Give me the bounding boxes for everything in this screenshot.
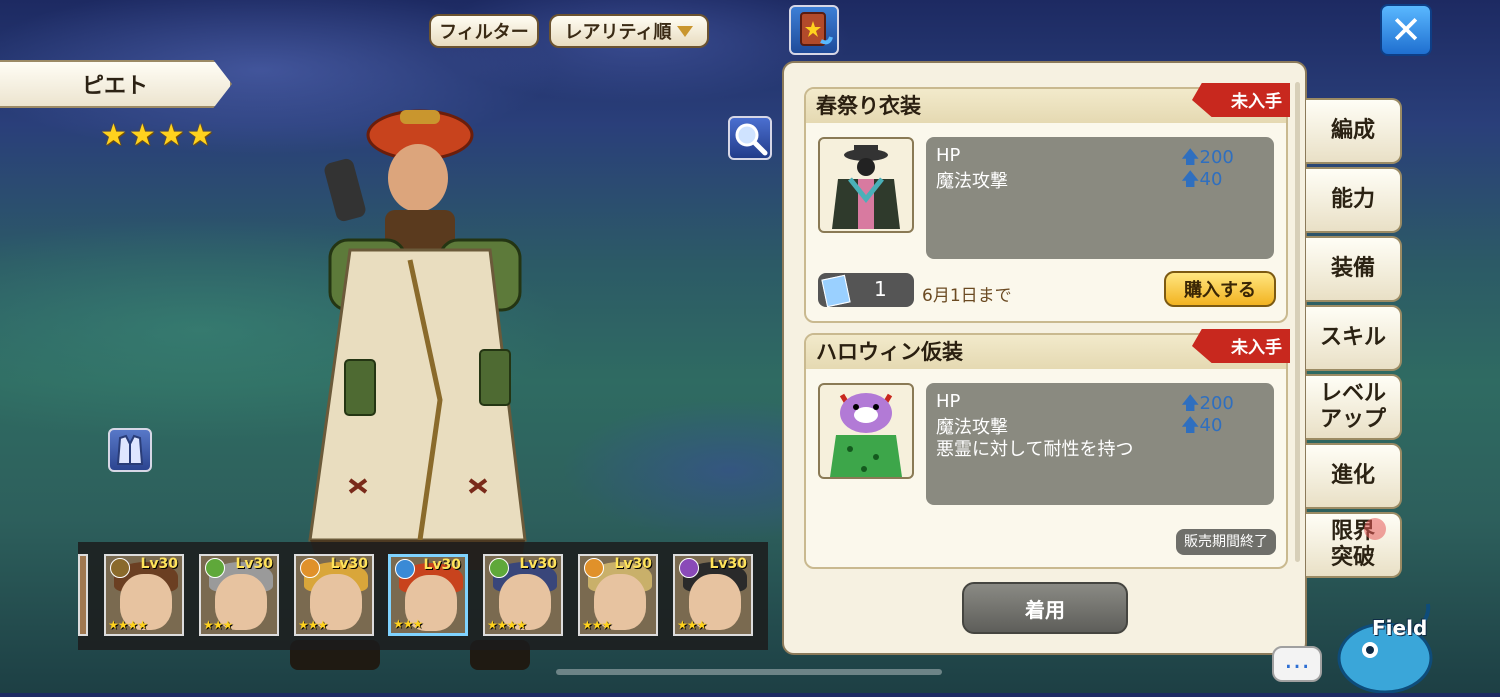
costume-thumbnail [818,383,914,479]
character-name: ピエト [81,74,148,99]
roster-stars: ★★★★ [108,618,148,632]
ticket-count: 1 [818,273,914,308]
halloween-costume-image [830,393,902,477]
stats-box: HP 🡅200 魔法攻撃 🡅40 [926,137,1274,259]
chat-button[interactable]: … [1272,646,1322,682]
character-name-plate: ピエト [0,60,232,108]
filter-button[interactable]: フィルター [429,14,539,48]
close-icon: ✕ [1390,8,1422,52]
magnifier-icon [735,123,768,156]
vest-icon [116,434,144,465]
character-rarity-stars: ★★★★ [100,118,216,153]
fire-element-icon [584,558,604,578]
costume-card[interactable]: ハロウィン仮装 未入手 HP 🡅200 魔法攻撃 🡅40 悪霊に対して耐性を持つ 販… [804,329,1290,569]
fire-element-icon [300,558,320,578]
buy-button[interactable]: 購入する [1164,271,1276,307]
sale-ended-badge: 販売期間終了 [1176,529,1276,555]
field-label: Field [1372,616,1428,640]
roster-portrait-5[interactable]: Lv30 ★★★★ [483,554,563,636]
tab-evolution[interactable]: 進化 [1306,443,1402,509]
costume-panel: 春祭り衣装 未入手 HP 🡅200 魔法攻撃 🡅40 1 6月1日まで 購入する ハ… [782,61,1307,655]
tab-label: スキル [1319,325,1386,350]
ticket-icon [821,274,851,308]
tab-skills[interactable]: スキル [1306,305,1402,371]
roster-level: Lv30 [519,556,557,572]
roster-portrait-3[interactable]: Lv30 ★★★ [294,554,374,636]
character-roster[interactable]: Lv30 ★★★★ Lv30 ★★★ Lv30 ★★★ Lv30 ★★★ Lv30 ★★★… [78,542,768,650]
roster-stars: ★★★ [582,618,612,632]
roster-stars: ★★★ [203,618,233,632]
wind-element-icon [205,558,225,578]
tab-formation[interactable]: 編成 [1306,98,1402,164]
roster-stars: ★★★ [677,618,707,632]
sort-label: レアリティ順 [564,22,672,43]
costume-book-button[interactable] [789,5,839,55]
stat-name: HP [936,145,961,166]
panel-scrollbar[interactable] [1295,82,1300,562]
equip-label: 着用 [1025,597,1065,622]
roster-portrait-selected[interactable]: Lv30 ★★★ [388,554,468,636]
roster-stars: ★★★ [298,618,328,632]
roster-level: Lv30 [423,557,461,573]
roster-portrait-2[interactable]: Lv30 ★★★ [199,554,279,636]
stat-row: 魔法攻撃 🡅40 [926,167,1274,192]
roster-stars: ★★★ [393,617,423,631]
tab-limit-break[interactable]: 限界 突破 [1306,512,1402,578]
stat-row: HP 🡅200 [926,145,1274,168]
water-element-icon [395,559,415,579]
roster-portrait-7[interactable]: Lv30 ★★★ [673,554,753,636]
costume-card[interactable]: 春祭り衣装 未入手 HP 🡅200 魔法攻撃 🡅40 1 6月1日まで 購入する [804,83,1290,323]
zoom-button[interactable] [728,116,772,160]
roster-partial-portrait[interactable] [78,554,88,636]
stat-name: HP [936,391,961,412]
stats-box: HP 🡅200 魔法攻撃 🡅40 悪霊に対して耐性を持つ [926,383,1274,505]
badge-label: 未入手 [1231,338,1282,358]
sale-deadline: 6月1日まで [922,286,1012,306]
roster-stars: ★★★★ [487,618,527,632]
tab-abilities[interactable]: 能力 [1306,167,1402,233]
roster-portrait-1[interactable]: Lv30 ★★★★ [104,554,184,636]
stat-row: HP 🡅200 [926,391,1274,414]
roster-level: Lv30 [614,556,652,572]
close-button[interactable]: ✕ [1380,4,1432,56]
buy-label: 購入する [1184,280,1256,301]
field-button[interactable]: Field [1330,600,1440,694]
roster-scrollbar[interactable] [556,669,942,675]
tab-label: 進化 [1330,463,1375,488]
sort-dropdown[interactable]: レアリティ順 [549,14,709,48]
roster-level: Lv30 [140,556,178,572]
notification-dot [1364,518,1386,540]
tab-label: 編成 [1330,118,1375,143]
not-owned-badge: 未入手 [1190,329,1290,377]
tab-level-up[interactable]: レベル アップ [1306,374,1402,440]
chevron-down-icon [677,25,694,37]
roster-level: Lv30 [235,556,273,572]
earth-element-icon [110,558,130,578]
book-icon [800,12,833,46]
roster-level: Lv30 [330,556,368,572]
costume-thumbnail [818,137,914,233]
spring-costume-image [832,145,900,229]
tab-label: 能力 [1330,187,1375,212]
equip-button[interactable]: 着用 [962,582,1128,634]
not-owned-badge: 未入手 [1190,83,1290,131]
dark-element-icon [679,558,699,578]
chat-icon: … [1284,645,1310,675]
stat-name: 魔法攻撃 [936,417,1008,438]
ticket-number: 1 [874,277,887,301]
roster-portrait-6[interactable]: Lv30 ★★★ [578,554,658,636]
stat-value: 🡅40 [1181,415,1223,436]
stat-value: 🡅40 [1181,169,1223,190]
roster-level: Lv30 [709,556,747,572]
stat-name: 魔法攻撃 [936,171,1008,192]
tab-label: レベル アップ [1319,381,1386,432]
tab-equipment[interactable]: 装備 [1306,236,1402,302]
field-creature-icon [1337,603,1433,694]
tab-label: 装備 [1330,256,1375,281]
costume-toggle-button[interactable] [108,428,152,472]
filter-label: フィルター [439,22,529,43]
wind-element-icon [489,558,509,578]
badge-label: 未入手 [1231,92,1282,112]
stat-row: 魔法攻撃 🡅40 [926,413,1274,438]
